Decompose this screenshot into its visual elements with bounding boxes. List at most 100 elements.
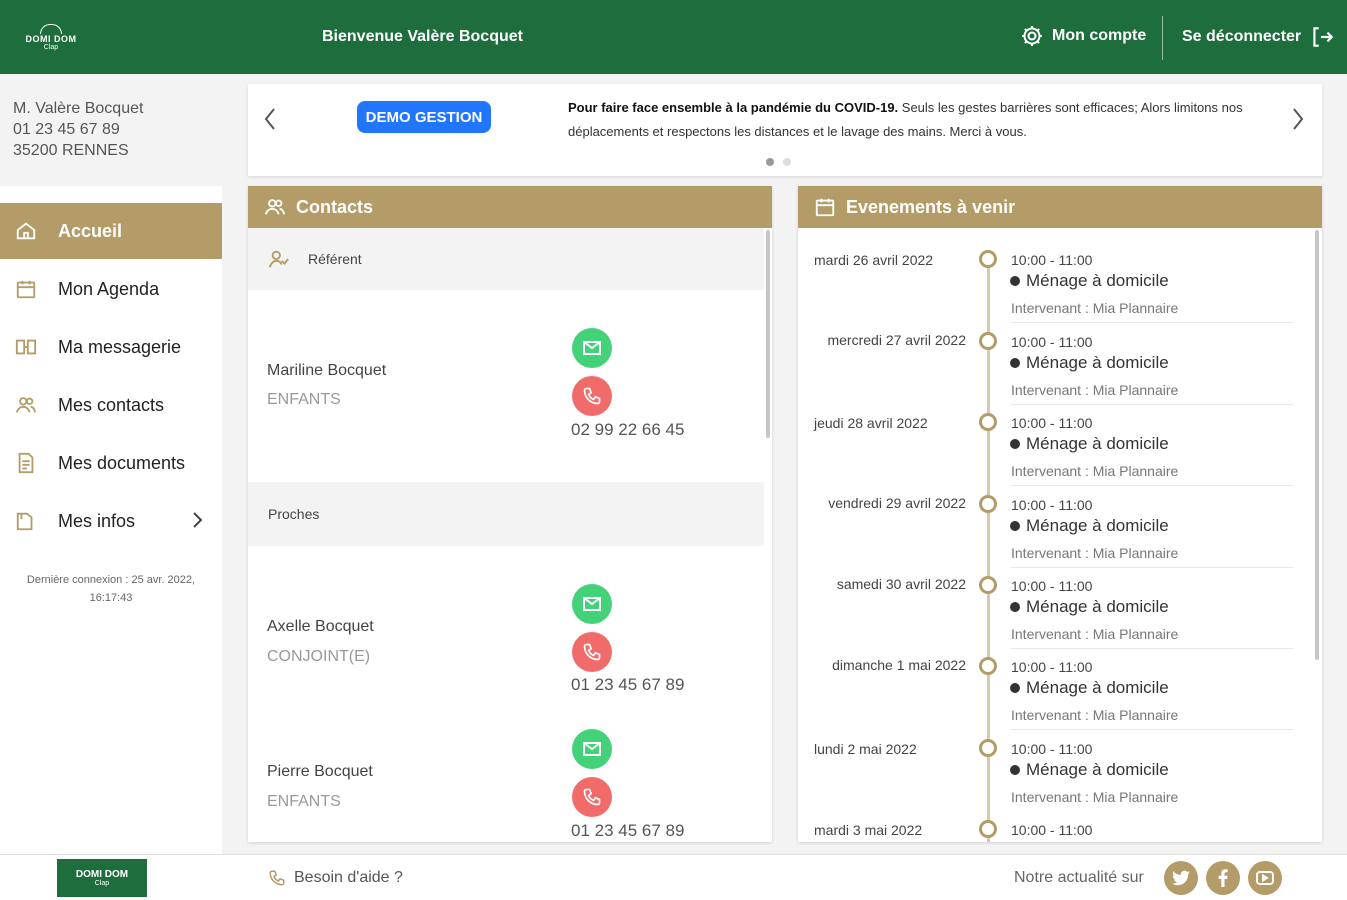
events-panel: Evenements à venir mardi 26 avril 2022 1… — [798, 186, 1322, 842]
contact-relation: ENFANTS — [267, 793, 341, 810]
event-title-text: Ménage à domicile — [1026, 434, 1169, 453]
youtube-button[interactable] — [1248, 861, 1282, 895]
banner-message-bold: Pour faire face ensemble à la pandémie d… — [568, 100, 899, 115]
event-title: Ménage à domicile — [1010, 597, 1169, 617]
twitter-button[interactable] — [1164, 861, 1198, 895]
sidebar-item-label: Mon Agenda — [58, 278, 160, 299]
carousel-prev-button[interactable] — [258, 104, 282, 134]
referent-section: Référent — [248, 228, 764, 290]
call-contact-button[interactable] — [572, 632, 612, 672]
timeline-node — [979, 250, 997, 268]
event-time: 10:00 - 11:00 — [1011, 252, 1093, 268]
account-label: Mon compte — [1052, 27, 1147, 44]
event-time: 10:00 - 11:00 — [1011, 334, 1093, 350]
contact-phone: 02 99 22 66 45 — [571, 420, 685, 439]
user-icon — [268, 250, 289, 268]
bullet-dot — [1010, 521, 1020, 531]
event-title-text: Ménage à domicile — [1026, 516, 1169, 535]
event-intervenant: Intervenant : Mia Plannaire — [1011, 300, 1179, 316]
calendar-icon — [815, 198, 835, 217]
contact-name: Pierre Bocquet — [267, 763, 373, 780]
carousel-dot-1[interactable] — [766, 158, 774, 166]
event-date: dimanche 1 mai 2022 — [832, 657, 966, 673]
logout-button[interactable]: Se déconnecter — [1182, 24, 1335, 50]
event-title-text: Ménage à domicile — [1026, 271, 1169, 290]
facebook-button[interactable] — [1206, 861, 1240, 895]
sidebar-item-documents[interactable]: Mes documents — [0, 435, 222, 491]
book-icon — [14, 335, 38, 359]
chevron-left-icon — [264, 108, 275, 130]
bullet-dot — [1010, 602, 1020, 612]
carousel-dot-2[interactable] — [783, 158, 791, 166]
sidebar-item-infos[interactable]: Mes infos — [0, 493, 222, 549]
sidebar-item-label: Mes infos — [58, 510, 136, 531]
call-contact-button[interactable] — [572, 777, 612, 817]
contacts-scrollbar[interactable] — [766, 230, 770, 438]
footer-logo-text: DOMI DOM — [75, 869, 129, 880]
account-button[interactable]: Mon compte — [1020, 24, 1146, 48]
sidebar-item-accueil[interactable]: Accueil — [0, 203, 222, 259]
timeline-node — [979, 332, 997, 350]
top-header: DOMI DOM Clap Bienvenue Valère Bocquet M… — [0, 0, 1347, 74]
sidebar-item-messagerie[interactable]: Ma messagerie — [0, 319, 222, 375]
contact-relation: CONJOINT(E) — [267, 648, 371, 665]
event-title: Ménage à domicile — [1010, 434, 1169, 454]
bullet-dot — [1010, 358, 1020, 368]
sidebar-nav: Accueil Mon Agenda Ma messagerie Mes con… — [0, 186, 222, 854]
logout-label: Se déconnecter — [1182, 28, 1302, 45]
event-title: Ménage à domicile — [1010, 353, 1169, 373]
event-intervenant: Intervenant : Mia Plannaire — [1011, 626, 1179, 642]
document-icon — [14, 451, 38, 475]
phone-icon — [583, 387, 601, 405]
phone-icon — [583, 788, 601, 806]
user-info: M. Valère Bocquet 01 23 45 67 89 35200 R… — [0, 74, 224, 184]
event-title: Ménage à domicile — [1010, 516, 1169, 536]
help-link[interactable]: Besoin d'aide ? — [268, 869, 403, 887]
event-intervenant: Intervenant : Mia Plannaire — [1011, 382, 1179, 398]
event-title-text: Ménage à domicile — [1026, 760, 1169, 779]
event-time: 10:00 - 11:00 — [1011, 578, 1093, 594]
referent-label: Référent — [308, 251, 362, 267]
event-divider — [1011, 485, 1293, 486]
carousel-dots — [766, 158, 791, 166]
mail-icon — [583, 742, 601, 756]
footer-logo[interactable]: DOMI DOM Clap — [57, 859, 147, 897]
event-time: 10:00 - 11:00 — [1011, 497, 1093, 513]
email-contact-button[interactable] — [572, 328, 612, 368]
user-phone: 01 23 45 67 89 — [13, 121, 120, 138]
proches-label: Proches — [268, 506, 320, 522]
event-date: mardi 3 mai 2022 — [814, 822, 923, 838]
email-contact-button[interactable] — [572, 584, 612, 624]
news-label: Notre actualité sur — [1014, 869, 1144, 886]
twitter-icon — [1172, 870, 1190, 886]
sidebar-item-contacts[interactable]: Mes contacts — [0, 377, 222, 433]
event-title-text: Ménage à domicile — [1026, 678, 1169, 697]
youtube-icon — [1256, 871, 1274, 885]
event-divider — [1011, 567, 1293, 568]
events-header: Evenements à venir — [798, 186, 1322, 228]
events-scrollbar[interactable] — [1315, 230, 1319, 660]
event-time: 10:00 - 11:00 — [1011, 741, 1093, 757]
demo-badge: DEMO GESTION — [357, 101, 491, 133]
email-contact-button[interactable] — [572, 729, 612, 769]
brand-logo[interactable]: DOMI DOM Clap — [22, 18, 80, 56]
mail-icon — [583, 597, 601, 611]
event-intervenant: Intervenant : Mia Plannaire — [1011, 463, 1179, 479]
contact-card: Mariline Bocquet ENFANTS 02 99 22 66 45 — [248, 290, 764, 480]
events-title: Evenements à venir — [846, 196, 1016, 217]
home-icon — [14, 219, 38, 243]
phone-icon — [269, 870, 285, 886]
sidebar-item-label: Ma messagerie — [58, 336, 182, 357]
call-contact-button[interactable] — [572, 376, 612, 416]
timeline-node — [979, 495, 997, 513]
event-date: lundi 2 mai 2022 — [814, 741, 917, 757]
bullet-dot — [1010, 683, 1020, 693]
contacts-panel: Contacts Référent Mariline Bocquet ENFAN… — [248, 186, 772, 842]
sidebar-item-label: Accueil — [58, 220, 123, 241]
bullet-dot — [1010, 276, 1020, 286]
event-title: Ménage à domicile — [1010, 678, 1169, 698]
event-time: 10:00 - 11:00 — [1011, 659, 1093, 675]
carousel-next-button[interactable] — [1286, 104, 1310, 134]
banner-message: Pour faire face ensemble à la pandémie d… — [568, 96, 1258, 144]
sidebar-item-agenda[interactable]: Mon Agenda — [0, 261, 222, 317]
